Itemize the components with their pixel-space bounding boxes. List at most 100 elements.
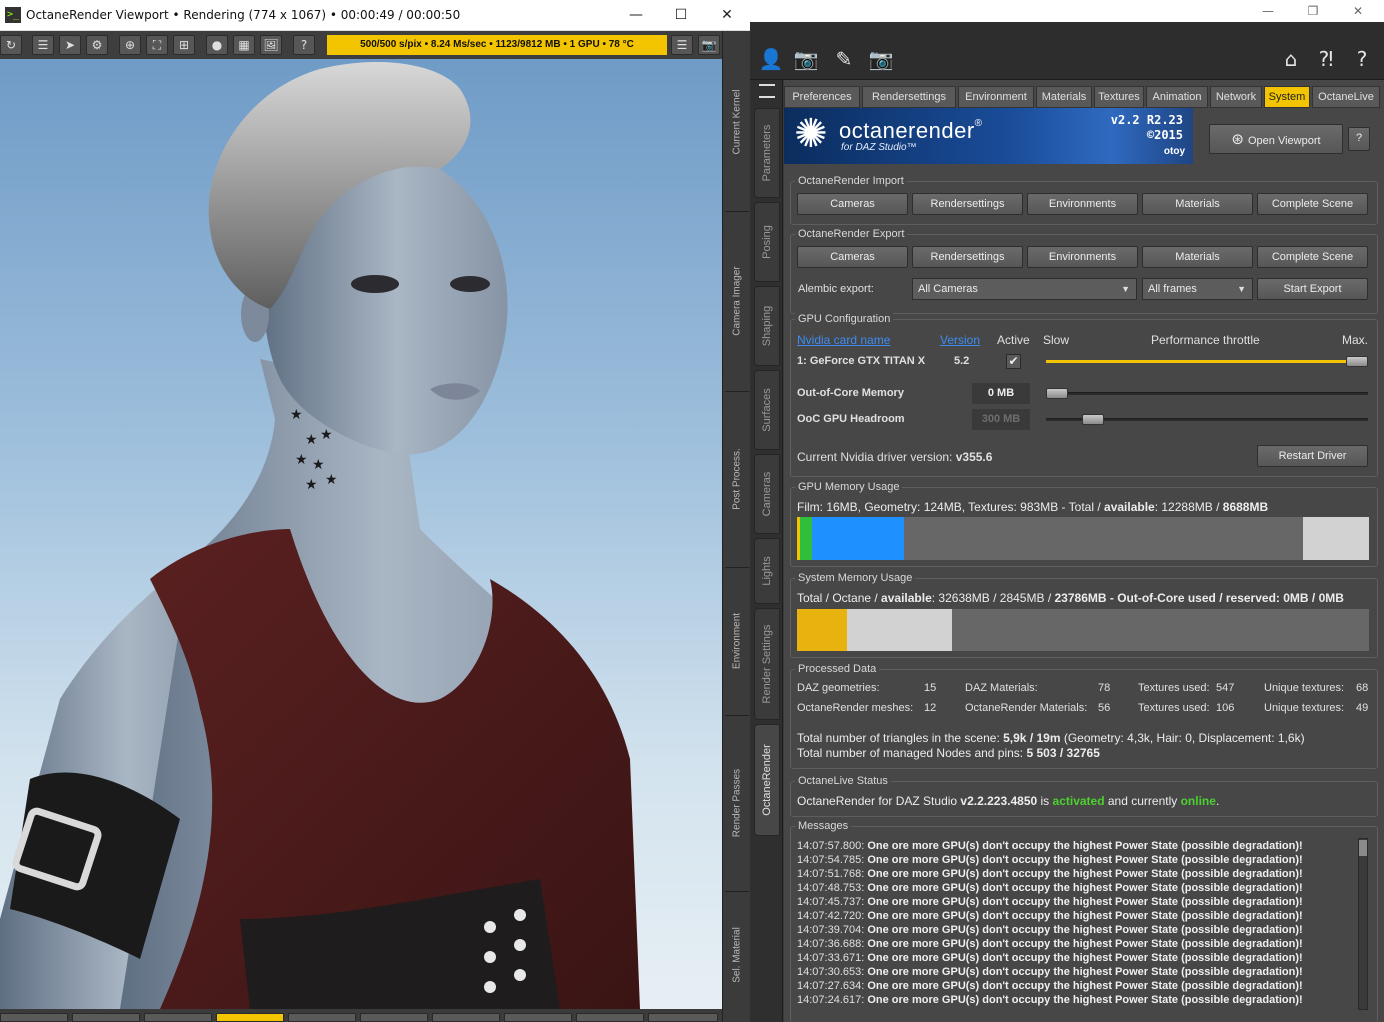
export-materials-button[interactable]: Materials [1142,246,1253,268]
restore-button[interactable]: ❐ [1291,0,1335,22]
bottom-tab-7[interactable] [432,1013,500,1022]
tab-shaping[interactable]: Shaping [754,286,780,366]
list-icon[interactable]: ☰ [32,35,54,55]
help-icon[interactable]: ? [1347,44,1377,74]
alembic-cameras-select[interactable]: All Cameras ▼ [912,278,1137,300]
record-icon[interactable]: ● [206,35,228,55]
tab-network[interactable]: Network [1210,86,1262,108]
gpu-active-checkbox[interactable]: ✔ [1006,354,1021,369]
import-cameras-button[interactable]: Cameras [797,193,908,215]
home-icon[interactable]: ⌂ [1276,44,1306,74]
restart-driver-button[interactable]: Restart Driver [1257,445,1368,467]
bottom-tab-3[interactable] [144,1013,212,1022]
message-row: 14:07:27.634: One ore more GPU(s) don't … [797,979,1357,993]
throttle-slider-handle[interactable] [1346,356,1368,367]
tab-preferences[interactable]: Preferences [784,86,860,108]
message-row: 14:07:30.653: One ore more GPU(s) don't … [797,965,1357,979]
import-materials-button[interactable]: Materials [1142,193,1253,215]
tab-environment[interactable]: Environment [725,571,749,711]
import-environments-button[interactable]: Environments [1027,193,1138,215]
ooc-memory-slider-handle[interactable] [1046,388,1068,399]
version-header[interactable]: Version [940,333,980,347]
bottom-tab-6[interactable] [360,1013,428,1022]
tab-environment[interactable]: Environment [958,86,1034,108]
tab-parameters[interactable]: Parameters [754,108,780,198]
image-icon[interactable]: 🖼 [260,35,282,55]
viewport-maximize-button[interactable]: ☐ [666,4,696,26]
tab-lights[interactable]: Lights [754,538,780,604]
grid-icon[interactable]: ▦ [233,35,255,55]
tab-render-settings[interactable]: Render Settings [754,608,780,720]
viewport-close-button[interactable]: ✕ [712,4,742,26]
ooc-gpu-headroom-value[interactable]: 300 MB [972,409,1030,430]
start-export-button[interactable]: Start Export [1257,278,1368,300]
export-environments-button[interactable]: Environments [1027,246,1138,268]
octane-logo-icon: ✺ [794,111,828,157]
message-time: 14:07:48.753: [797,882,868,894]
octane-meshes-label: OctaneRender meshes: [797,702,914,714]
send-icon[interactable]: ➤ [59,35,81,55]
ooc-memory-value[interactable]: 0 MB [972,383,1030,404]
tab-posing[interactable]: Posing [754,202,780,282]
bottom-tab-1[interactable] [0,1013,68,1022]
message-time: 14:07:39.704: [797,924,868,936]
figure-icon[interactable]: 👤 [756,44,786,74]
settings-icon[interactable]: ⚙ [86,35,108,55]
panel-menu-icon[interactable] [759,84,775,98]
tab-rendersettings[interactable]: Rendersettings [862,86,956,108]
message-text: One ore more GPU(s) don't occupy the hig… [867,924,1303,936]
camera-cursor-icon[interactable]: 📷 [791,44,821,74]
bottom-tab-5[interactable] [288,1013,356,1022]
tab-system[interactable]: System [1264,86,1310,108]
nvidia-card-name-header[interactable]: Nvidia card name [797,333,890,347]
tab-surfaces[interactable]: Surfaces [754,370,780,450]
tab-sel-material[interactable]: Sel. Material [725,895,749,1015]
gpu-memory-unavailable-segment [1303,517,1369,560]
viewport-bottom-tabs [0,1009,722,1022]
snapshot-icon[interactable]: 📷 [698,35,720,55]
grid-layout-icon[interactable]: ⊞ [173,35,195,55]
open-viewport-button[interactable]: ⊛ Open Viewport [1209,124,1343,154]
bottom-tab-9[interactable] [576,1013,644,1022]
bottom-tab-8[interactable] [504,1013,572,1022]
tab-animation[interactable]: Animation [1146,86,1208,108]
tab-render-passes[interactable]: Render Passes [725,719,749,887]
export-rendersettings-button[interactable]: Rendersettings [912,246,1023,268]
tab-materials[interactable]: Materials [1036,86,1092,108]
tab-octanelive[interactable]: OctaneLive [1312,86,1380,108]
bottom-tab-4[interactable] [216,1013,284,1022]
ooc-headroom-slider-handle[interactable] [1082,414,1104,425]
tab-textures[interactable]: Textures [1094,86,1144,108]
focus-picker-icon[interactable]: ⊕ [119,35,141,55]
export-cameras-button[interactable]: Cameras [797,246,908,268]
octane-viewport-window: >_ OctaneRender Viewport • Rendering (77… [0,0,750,1022]
tab-current-kernel[interactable]: Current Kernel [725,37,749,207]
help-icon[interactable]: ? [293,35,315,55]
bottom-tab-10[interactable] [648,1013,718,1022]
render-camera-icon[interactable]: 📷 [866,44,896,74]
message-row: 14:07:54.785: One ore more GPU(s) don't … [797,853,1357,867]
edit-tool-icon[interactable]: ✎ [829,44,859,74]
tab-post-process[interactable]: Post Process. [725,395,749,563]
messages-scroll-thumb[interactable] [1359,840,1367,856]
message-text: One ore more GPU(s) don't occupy the hig… [867,980,1303,992]
tab-octanerender[interactable]: OctaneRender [754,724,780,836]
menu-icon[interactable]: ☰ [671,35,693,55]
import-complete-scene-button[interactable]: Complete Scene [1257,193,1368,215]
bottom-tab-2[interactable] [72,1013,140,1022]
alembic-frames-select[interactable]: All frames ▼ [1142,278,1253,300]
help-button[interactable]: ? [1348,127,1370,151]
minimize-button[interactable]: — [1246,0,1290,22]
import-rendersettings-button[interactable]: Rendersettings [912,193,1023,215]
export-complete-scene-button[interactable]: Complete Scene [1257,246,1368,268]
region-render-icon[interactable]: ⛶ [146,35,168,55]
slow-label: Slow [1043,333,1070,347]
close-button[interactable]: ✕ [1336,0,1380,22]
restart-render-icon[interactable]: ↻ [0,35,22,55]
messages-scrollbar[interactable] [1358,838,1368,1010]
viewport-minimize-button[interactable]: — [621,4,651,26]
ooc-memory-slider[interactable] [1046,392,1368,395]
whats-this-icon[interactable]: ⁈ [1311,44,1341,74]
tab-camera-imager[interactable]: Camera Imager [725,215,749,387]
tab-cameras[interactable]: Cameras [754,454,780,534]
